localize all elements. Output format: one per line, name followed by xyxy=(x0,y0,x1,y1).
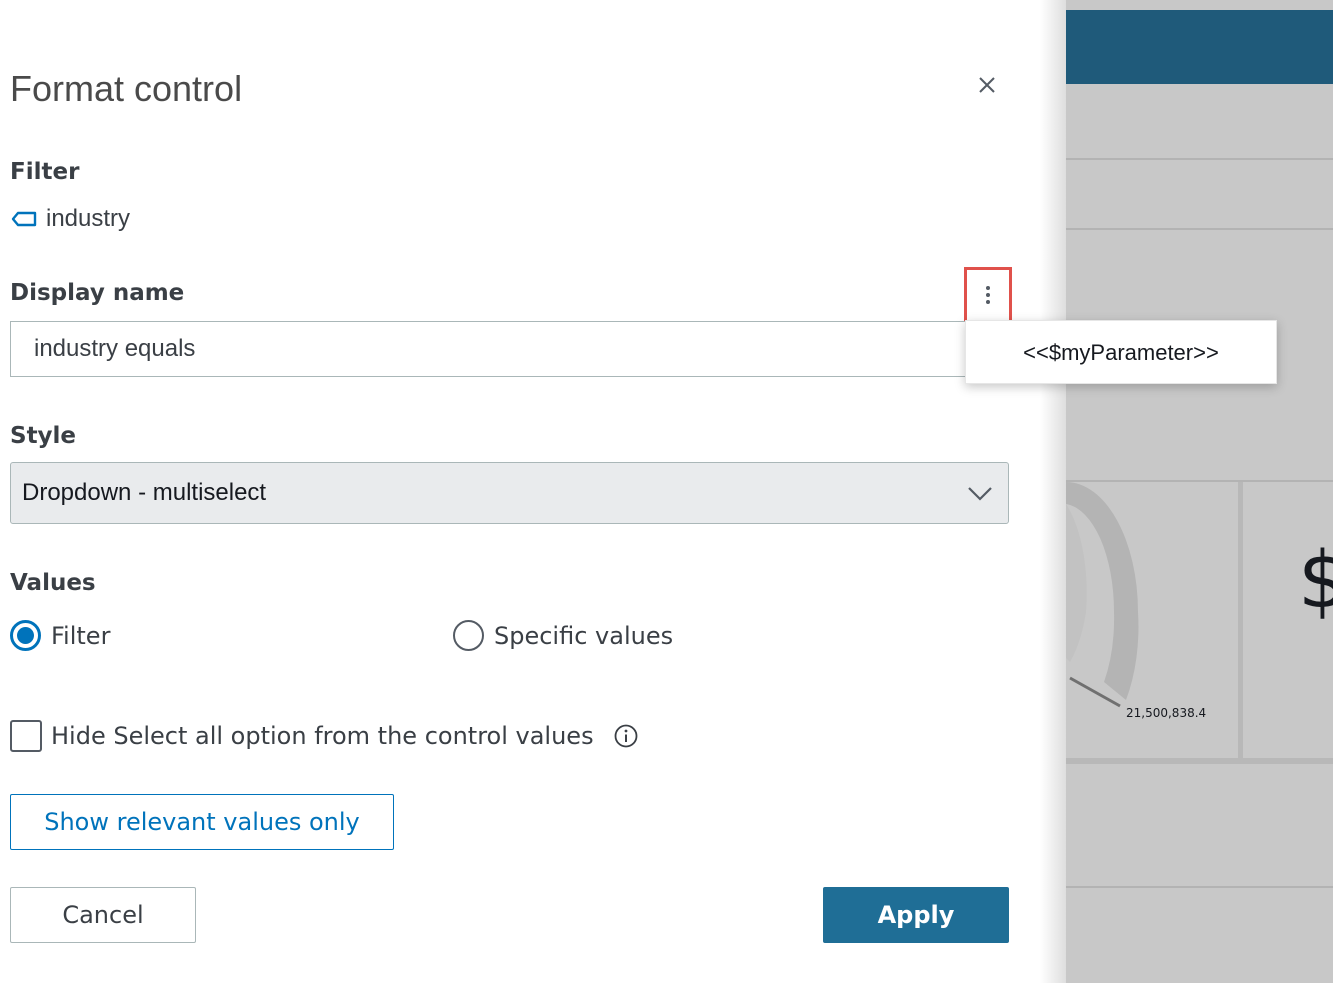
display-name-input[interactable]: industry equals xyxy=(10,321,966,377)
panel-shadow xyxy=(1040,0,1066,983)
dashboard-divider xyxy=(1066,158,1333,160)
show-relevant-values-button[interactable]: Show relevant values only xyxy=(10,794,394,850)
menu-item-myparameter[interactable]: <<$myParameter>> xyxy=(966,321,1276,385)
radio-filter-indicator[interactable] xyxy=(10,620,41,651)
hide-select-all-row: Hide Select all option from the control … xyxy=(10,720,639,752)
dashboard-divider xyxy=(1066,886,1333,888)
filter-field: industry xyxy=(10,205,130,233)
chevron-down-icon xyxy=(968,487,992,501)
format-control-panel: Format control Filter industry Display n… xyxy=(0,0,1066,983)
radio-filter[interactable]: Filter xyxy=(10,620,110,651)
close-icon[interactable] xyxy=(972,70,1002,100)
filter-field-name: industry xyxy=(46,205,131,232)
values-label: Values xyxy=(10,570,96,596)
cancel-button[interactable]: Cancel xyxy=(10,887,196,943)
kpi-value: $ xyxy=(1298,536,1333,626)
display-name-dropdown-menu: <<$myParameter>> xyxy=(965,320,1277,384)
radio-specific-values-indicator[interactable] xyxy=(453,620,484,651)
radio-specific-values[interactable]: Specific values xyxy=(453,620,673,651)
dashboard-divider xyxy=(1238,482,1243,758)
dashboard-divider xyxy=(1066,758,1333,764)
radio-filter-label: Filter xyxy=(51,621,111,650)
display-name-value: industry equals xyxy=(34,335,196,362)
dashboard-divider xyxy=(1066,228,1333,230)
apply-button[interactable]: Apply xyxy=(823,887,1009,943)
style-selected-value: Dropdown - multiselect xyxy=(22,479,267,506)
kebab-menu-icon xyxy=(986,286,990,304)
style-label: Style xyxy=(10,423,77,449)
gauge-value-label: 21,500,838.4 xyxy=(1126,706,1207,720)
style-select[interactable]: Dropdown - multiselect xyxy=(10,462,1009,524)
values-radio-group: Filter Specific values xyxy=(10,620,710,660)
display-name-label: Display name xyxy=(10,280,185,306)
dimension-tag-icon xyxy=(10,209,38,229)
display-name-menu-button[interactable] xyxy=(964,267,1012,323)
hide-select-all-label: Hide Select all option from the control … xyxy=(51,722,594,750)
radio-specific-values-label: Specific values xyxy=(494,621,674,650)
background-dashboard: 21,500,838.4 $ xyxy=(1066,0,1333,983)
hide-select-all-checkbox[interactable] xyxy=(10,720,42,752)
filter-label: Filter xyxy=(10,159,80,185)
info-icon[interactable] xyxy=(613,723,639,749)
dashboard-header-bar xyxy=(1066,10,1333,84)
panel-title: Format control xyxy=(10,68,243,109)
